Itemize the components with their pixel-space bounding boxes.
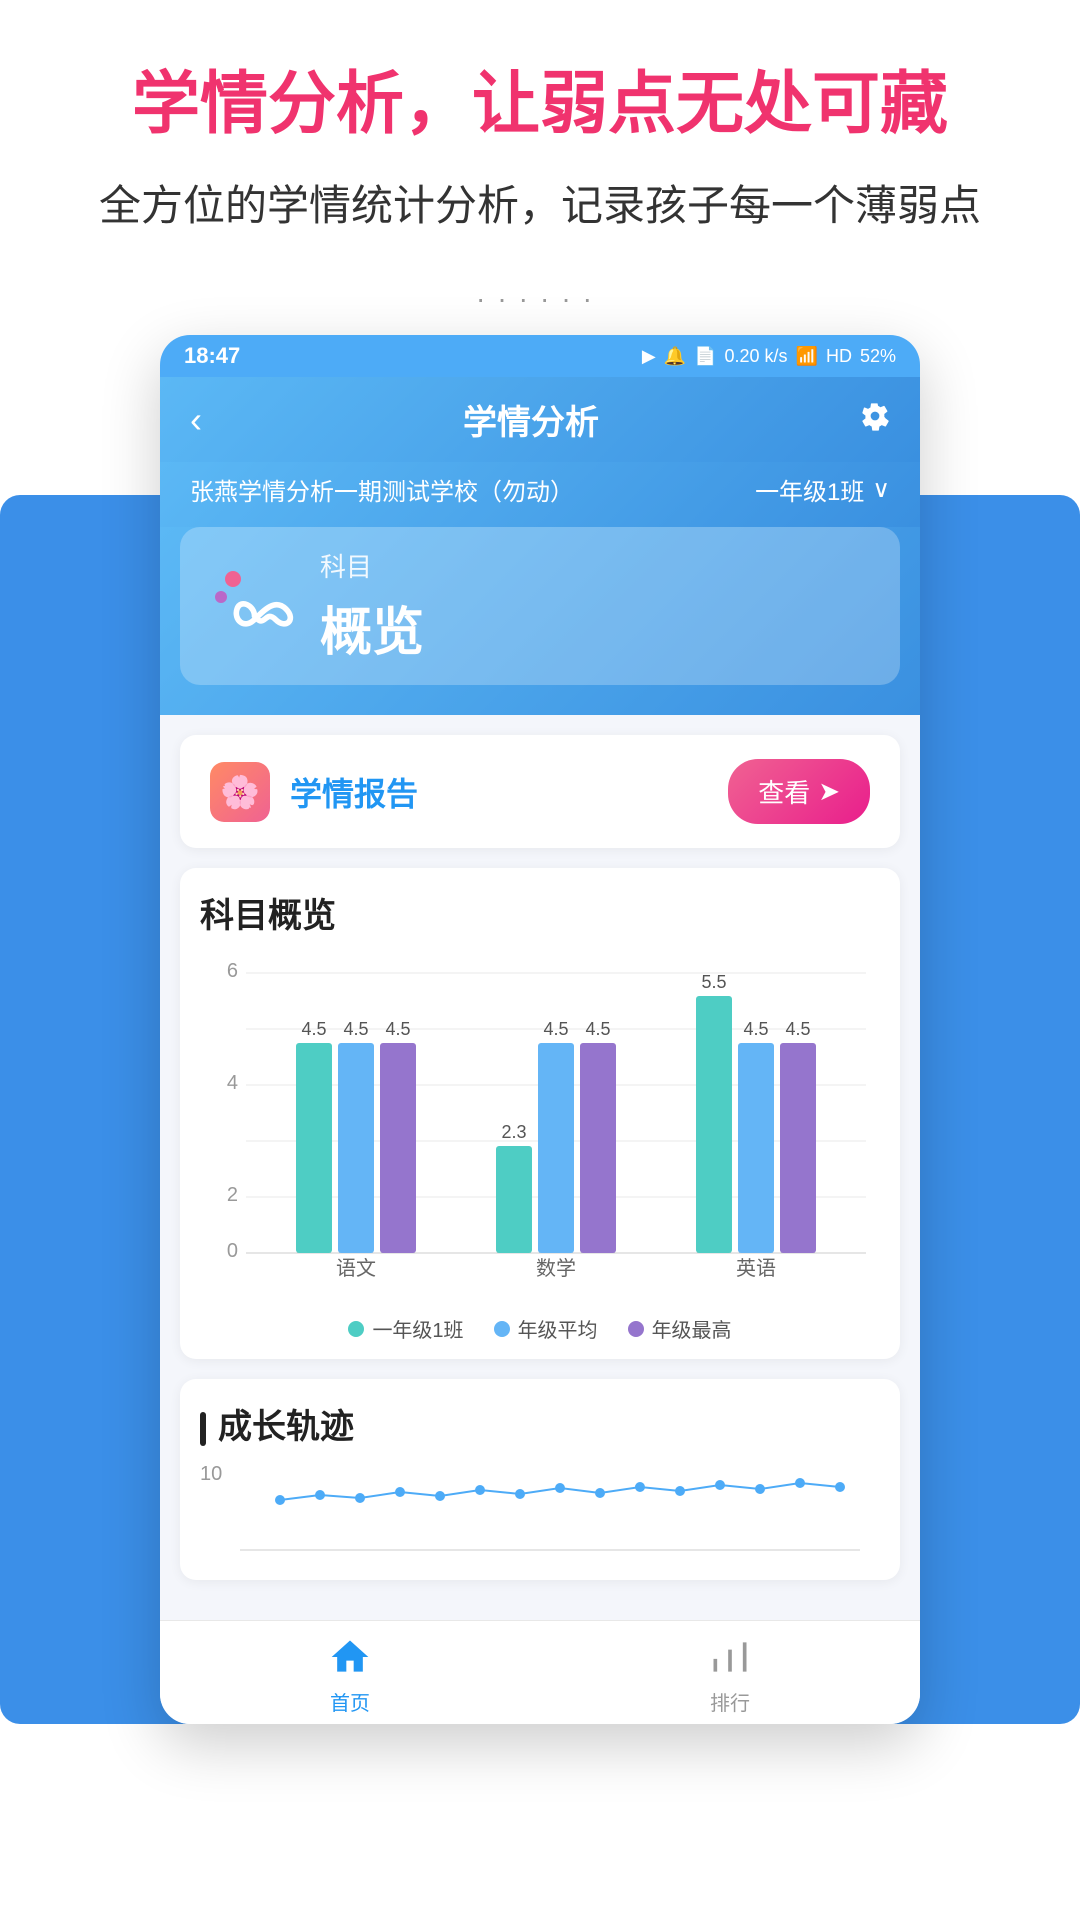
headline-title: 学情分析，让弱点无处可藏 — [40, 60, 1040, 148]
school-name: 张燕学情分析一期测试学校（勿动） — [190, 472, 574, 507]
svg-text:5.5: 5.5 — [701, 972, 726, 992]
svg-text:语文: 语文 — [336, 1257, 376, 1280]
growth-title: 成长轨迹 — [200, 1399, 880, 1448]
view-label: 查看 — [758, 773, 810, 810]
legend-item-class: 一年级1班 — [348, 1314, 463, 1343]
subject-info: 科目 概览 — [320, 547, 870, 665]
headline-section: 学情分析，让弱点无处可藏 全方位的学情统计分析，记录孩子每一个薄弱点 — [0, 0, 1080, 253]
report-left: 🌸 学情报告 — [210, 762, 418, 822]
dropdown-chevron: ∨ — [872, 475, 890, 504]
file-icon: 📄 — [694, 346, 716, 367]
school-info-row: 张燕学情分析一期测试学校（勿动） 一年级1班 ∨ — [160, 462, 920, 527]
class-label: 一年级1班 — [755, 472, 864, 507]
report-icon: 🌸 — [210, 762, 270, 822]
signal-icon: HD — [826, 346, 852, 367]
infinity-icon — [230, 581, 300, 651]
class-selector[interactable]: 一年级1班 ∨ — [755, 472, 890, 507]
status-icons: ▶ 🔔 📄 0.20 k/s 📶 HD 52% — [642, 346, 896, 367]
legend-label-avg: 年级平均 — [518, 1314, 598, 1343]
svg-text:英语: 英语 — [736, 1257, 776, 1280]
subject-overview: 概览 — [320, 590, 870, 665]
icon-circle-2 — [215, 591, 227, 603]
subject-card[interactable]: 科目 概览 — [180, 527, 900, 685]
subject-icon-area — [210, 561, 300, 651]
report-label: 学情报告 — [290, 769, 418, 815]
legend-label-max: 年级最高 — [652, 1314, 732, 1343]
legend-dot-green — [348, 1321, 364, 1337]
bar-chart: 6 4 2 0 4.5 4.5 — [196, 953, 884, 1343]
svg-text:4.5: 4.5 — [785, 1019, 810, 1039]
growth-chart-svg: 10 — [200, 1460, 880, 1560]
svg-text:0: 0 — [227, 1240, 238, 1262]
headline-subtitle: 全方位的学情统计分析，记录孩子每一个薄弱点 — [40, 172, 1040, 233]
bottom-navigation: 首页 排行 — [160, 1620, 920, 1724]
chart-svg: 6 4 2 0 4.5 4.5 — [206, 953, 886, 1293]
wifi-icon: 📶 — [796, 346, 818, 367]
svg-text:2: 2 — [227, 1184, 238, 1206]
svg-text:4.5: 4.5 — [343, 1019, 368, 1039]
view-report-button[interactable]: 查看 ➤ — [728, 759, 870, 824]
nav-item-ranking[interactable]: 排行 — [540, 1633, 920, 1716]
content-area: 🌸 学情报告 查看 ➤ 科目概览 — [160, 715, 920, 1620]
legend-item-max: 年级最高 — [628, 1314, 732, 1343]
status-time: 18:47 — [184, 343, 240, 369]
phone-mockup: 18:47 ▶ 🔔 📄 0.20 k/s 📶 HD 52% ‹ 学情分析 — [160, 335, 920, 1724]
page-root: 学情分析，让弱点无处可藏 全方位的学情统计分析，记录孩子每一个薄弱点 ·····… — [0, 0, 1080, 1724]
network-icon: ▶ — [642, 346, 656, 367]
status-bar: 18:47 ▶ 🔔 📄 0.20 k/s 📶 HD 52% — [160, 335, 920, 377]
notification-icon: 🔔 — [664, 346, 686, 367]
legend-label-class: 一年级1班 — [372, 1314, 463, 1343]
svg-text:10: 10 — [200, 1463, 222, 1485]
nav-label-ranking: 排行 — [710, 1687, 750, 1716]
dots-decoration: ······ — [0, 283, 1080, 315]
report-card: 🌸 学情报告 查看 ➤ — [180, 735, 900, 848]
svg-text:4.5: 4.5 — [385, 1019, 410, 1039]
chart-title: 科目概览 — [196, 888, 884, 937]
back-button[interactable]: ‹ — [190, 399, 202, 441]
legend-dot-blue — [494, 1321, 510, 1337]
svg-text:数学: 数学 — [536, 1257, 576, 1280]
subject-area: 科目 概览 — [160, 527, 920, 715]
home-icon — [326, 1633, 374, 1681]
ranking-icon — [706, 1633, 754, 1681]
network-speed: 0.20 k/s — [725, 346, 788, 367]
navigation-bar: ‹ 学情分析 — [160, 377, 920, 462]
svg-text:4.5: 4.5 — [543, 1019, 568, 1039]
nav-title: 学情分析 — [463, 395, 599, 444]
chart-legend: 一年级1班 年级平均 年级最高 — [206, 1314, 874, 1343]
growth-chart-area: 10 — [200, 1460, 880, 1560]
gear-icon — [860, 401, 890, 431]
svg-text:4.5: 4.5 — [743, 1019, 768, 1039]
svg-text:4: 4 — [227, 1072, 238, 1094]
nav-item-home[interactable]: 首页 — [160, 1633, 540, 1716]
view-arrow-icon: ➤ — [818, 776, 840, 807]
battery-label: 52% — [860, 346, 896, 367]
subject-label: 科目 — [320, 547, 870, 584]
svg-text:6: 6 — [227, 960, 238, 982]
bar-chart-container: 科目概览 6 4 — [180, 868, 900, 1359]
phone-screen: 18:47 ▶ 🔔 📄 0.20 k/s 📶 HD 52% ‹ 学情分析 — [160, 335, 920, 1724]
svg-text:4.5: 4.5 — [585, 1019, 610, 1039]
nav-label-home: 首页 — [330, 1687, 370, 1716]
legend-item-avg: 年级平均 — [494, 1314, 598, 1343]
legend-dot-purple — [628, 1321, 644, 1337]
svg-text:4.5: 4.5 — [301, 1019, 326, 1039]
growth-section: 成长轨迹 10 — [180, 1379, 900, 1580]
svg-text:2.3: 2.3 — [501, 1122, 526, 1142]
settings-button[interactable] — [860, 401, 890, 439]
